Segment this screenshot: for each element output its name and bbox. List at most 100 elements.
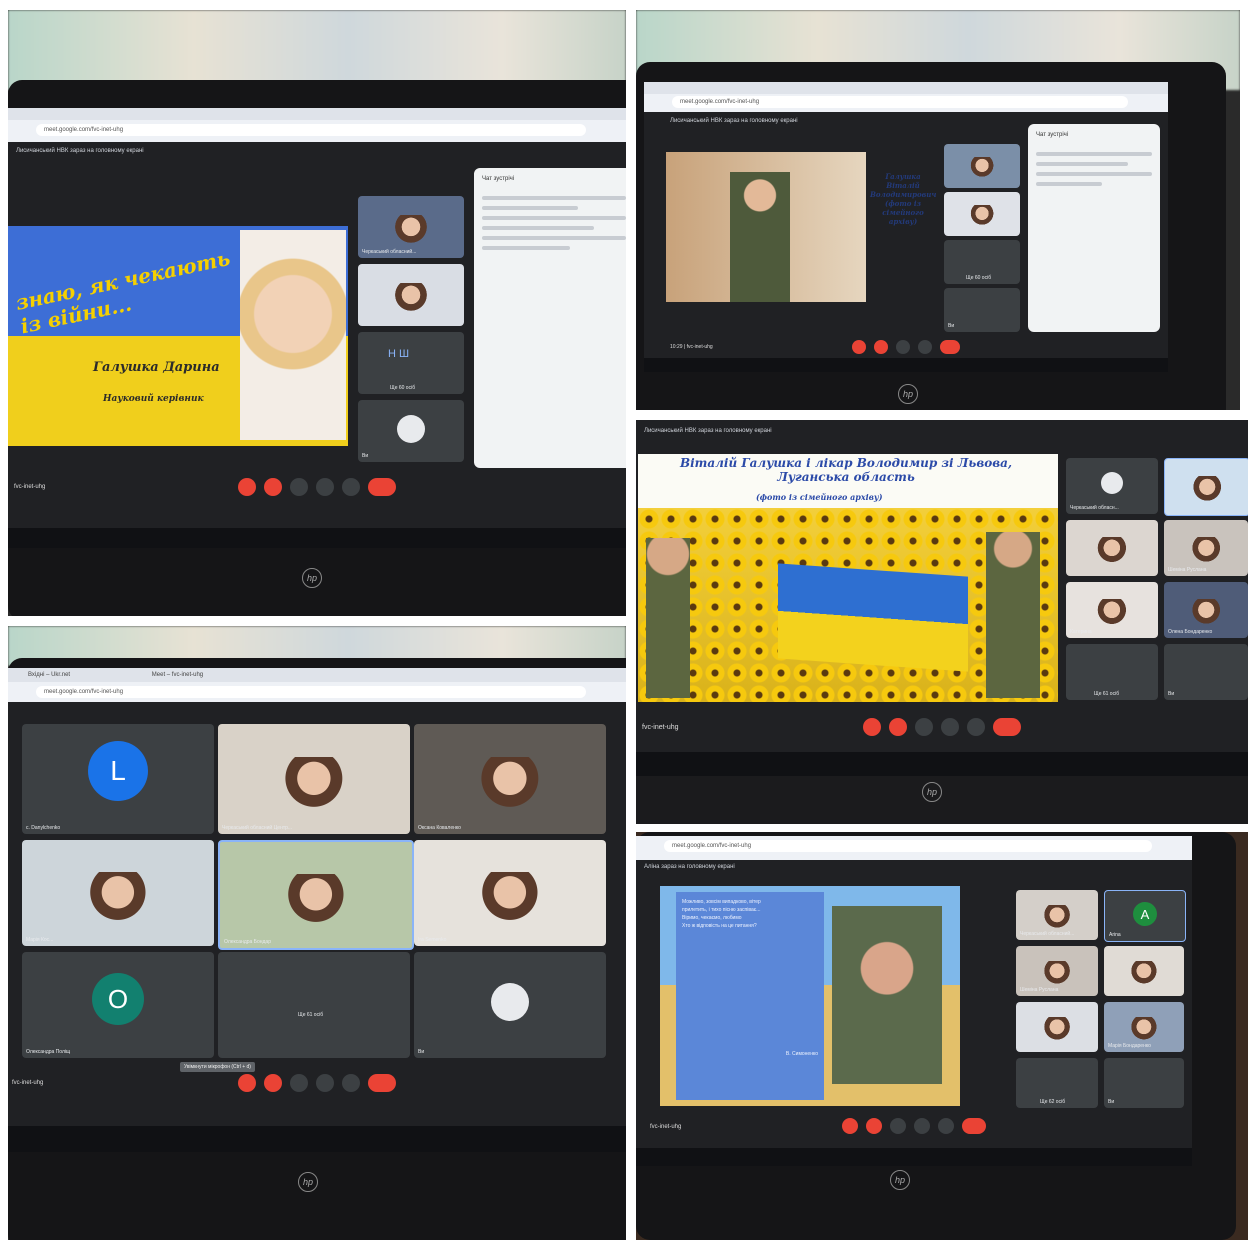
hp-logo: hp [298,1172,318,1192]
participant-tile[interactable] [1066,520,1158,576]
participant-tile[interactable]: Шеміна Руслана [1016,946,1098,996]
browser-bar: meet.google.com/fvc-inet-uhg [8,108,626,142]
others-tile[interactable]: Ще 61 осіб [1066,644,1158,700]
call-controls [636,1118,1192,1134]
avatar [397,415,425,443]
chat-title: Чат зустрічі [482,176,515,182]
more-options-button[interactable] [342,478,360,496]
self-label: Ви [948,323,955,329]
participant-tile[interactable]: Черкаський обласний... [358,196,464,258]
end-call-button[interactable] [368,478,396,496]
participant-tile[interactable]: A Arina [1104,890,1186,942]
participant-tile[interactable] [1164,458,1248,516]
participant-tile[interactable]: O Олександра Поліщ [22,952,214,1058]
participant-name: Олександра Бондар [224,939,271,945]
camera-off-button[interactable] [889,718,907,736]
participant-tile[interactable]: Ira Semenko [414,840,606,946]
participant-tile[interactable]: Черкаський обласний Центр... [218,724,410,834]
call-controls [644,340,1168,354]
participant-tile[interactable]: Катерина [1066,582,1158,638]
present-button[interactable] [941,718,959,736]
address-bar[interactable]: meet.google.com/fvc-inet-uhg [664,840,1152,852]
participant-tile[interactable] [358,264,464,326]
participant-tile[interactable]: Шеміна Руслана [1164,520,1248,576]
address-bar[interactable]: meet.google.com/fvc-inet-uhg [36,124,586,136]
taskbar [8,528,626,548]
photo-panel-3: Лисичанський НВК зараз на головному екра… [636,420,1248,824]
participant-name: Оксана Коваленко [418,825,461,831]
meet-screen: Вхідні – Ukr.net Meet – fvc-inet-uhg mee… [8,668,626,1152]
mic-off-button[interactable] [842,1118,858,1134]
others-tile[interactable]: Ще 62 осіб [1016,1058,1098,1108]
chat-panel[interactable]: Чат зустрічі [1028,124,1160,332]
address-bar[interactable]: meet.google.com/fvc-inet-uhg [36,686,586,698]
self-label: Ви [1168,691,1175,697]
participant-tile[interactable] [1016,1002,1098,1052]
taskbar [8,1126,626,1152]
raise-hand-button[interactable] [896,340,910,354]
more-options-button[interactable] [938,1118,954,1134]
background-room [8,10,626,90]
others-tile[interactable]: Н Ш Ще 60 осіб [358,332,464,394]
photo-panel-2: meet.google.com/fvc-inet-uhg Лисичанськи… [636,10,1240,410]
present-button[interactable] [914,1118,930,1134]
participant-tile[interactable]: Марія Бондаренко [1104,1002,1184,1052]
presentation-banner: Лисичанський НВК зараз на головному екра… [670,118,798,124]
participant-tile[interactable]: Олена Бондаренко [1164,582,1248,638]
avatar: A [1133,902,1157,926]
self-tile[interactable]: Ви [358,400,464,462]
presentation-banner: Аліна зараз на головному екрані [644,864,735,870]
others-tile[interactable]: Ще 61 осіб [218,952,410,1058]
present-button[interactable] [918,340,932,354]
taskbar [636,752,1248,776]
call-controls [8,478,626,496]
mic-off-button[interactable] [863,718,881,736]
participant-tile[interactable]: Черкаський обласний... [1016,890,1098,940]
address-bar[interactable]: meet.google.com/fvc-inet-uhg [672,96,1128,108]
mic-off-button[interactable] [852,340,866,354]
participant-name: Черкаський обласний Центр... [222,825,293,831]
laptop: meet.google.com/fvc-inet-uhg Аліна зараз… [636,832,1236,1240]
mic-off-button[interactable] [238,478,256,496]
participant-tile[interactable] [944,192,1020,236]
others-tile[interactable]: Ще 60 осіб [944,240,1020,284]
chat-panel[interactable]: Чат зустрічі [474,168,626,468]
camera-off-button[interactable] [866,1118,882,1134]
participant-tile[interactable] [944,144,1020,188]
camera-off-button[interactable] [264,478,282,496]
more-options-button[interactable] [967,718,985,736]
more-options-button[interactable] [342,1074,360,1092]
raise-hand-button[interactable] [290,478,308,496]
present-button[interactable] [316,1074,334,1092]
end-call-button[interactable] [940,340,960,354]
end-call-button[interactable] [368,1074,396,1092]
tab-mail[interactable]: Вхідні – Ukr.net [28,672,70,678]
participant-name: Черкаський обласний... [362,249,417,255]
raise-hand-button[interactable] [915,718,933,736]
self-tile[interactable]: Ви [414,952,606,1058]
slide-caption: Галушка Віталій Володимирович (фото із с… [870,172,937,226]
poem-card: Можливо, зовсім випадково, вітер прилети… [676,892,824,1100]
participant-tile[interactable]: Оксана Коваленко [414,724,606,834]
participant-tile[interactable] [1104,946,1184,996]
participant-tile[interactable]: Марія Кос... [22,840,214,946]
presentation-banner: Лисичанський НВК зараз на головному екра… [644,428,772,434]
self-tile[interactable]: Ви [1164,644,1248,700]
poem-author: В. Симоненко [785,1051,818,1057]
camera-off-button[interactable] [264,1074,282,1092]
participant-tile[interactable]: Черкаський обласн... [1066,458,1158,514]
end-call-button[interactable] [993,718,1021,736]
participant-tile[interactable]: Олександра Бондар [218,840,414,950]
raise-hand-button[interactable] [890,1118,906,1134]
participant-name: Шеміна Руслана [1168,567,1207,573]
camera-off-button[interactable] [874,340,888,354]
present-button[interactable] [316,478,334,496]
raise-hand-button[interactable] [290,1074,308,1092]
tab-meet[interactable]: Meet – fvc-inet-uhg [152,672,203,678]
participant-name: c. Danylchenko [26,825,61,831]
self-tile[interactable]: Ви [1104,1058,1184,1108]
self-tile[interactable]: Ви [944,288,1020,332]
end-call-button[interactable] [962,1118,986,1134]
participant-tile[interactable]: L c. Danylchenko [22,724,214,834]
mic-off-button[interactable] [238,1074,256,1092]
